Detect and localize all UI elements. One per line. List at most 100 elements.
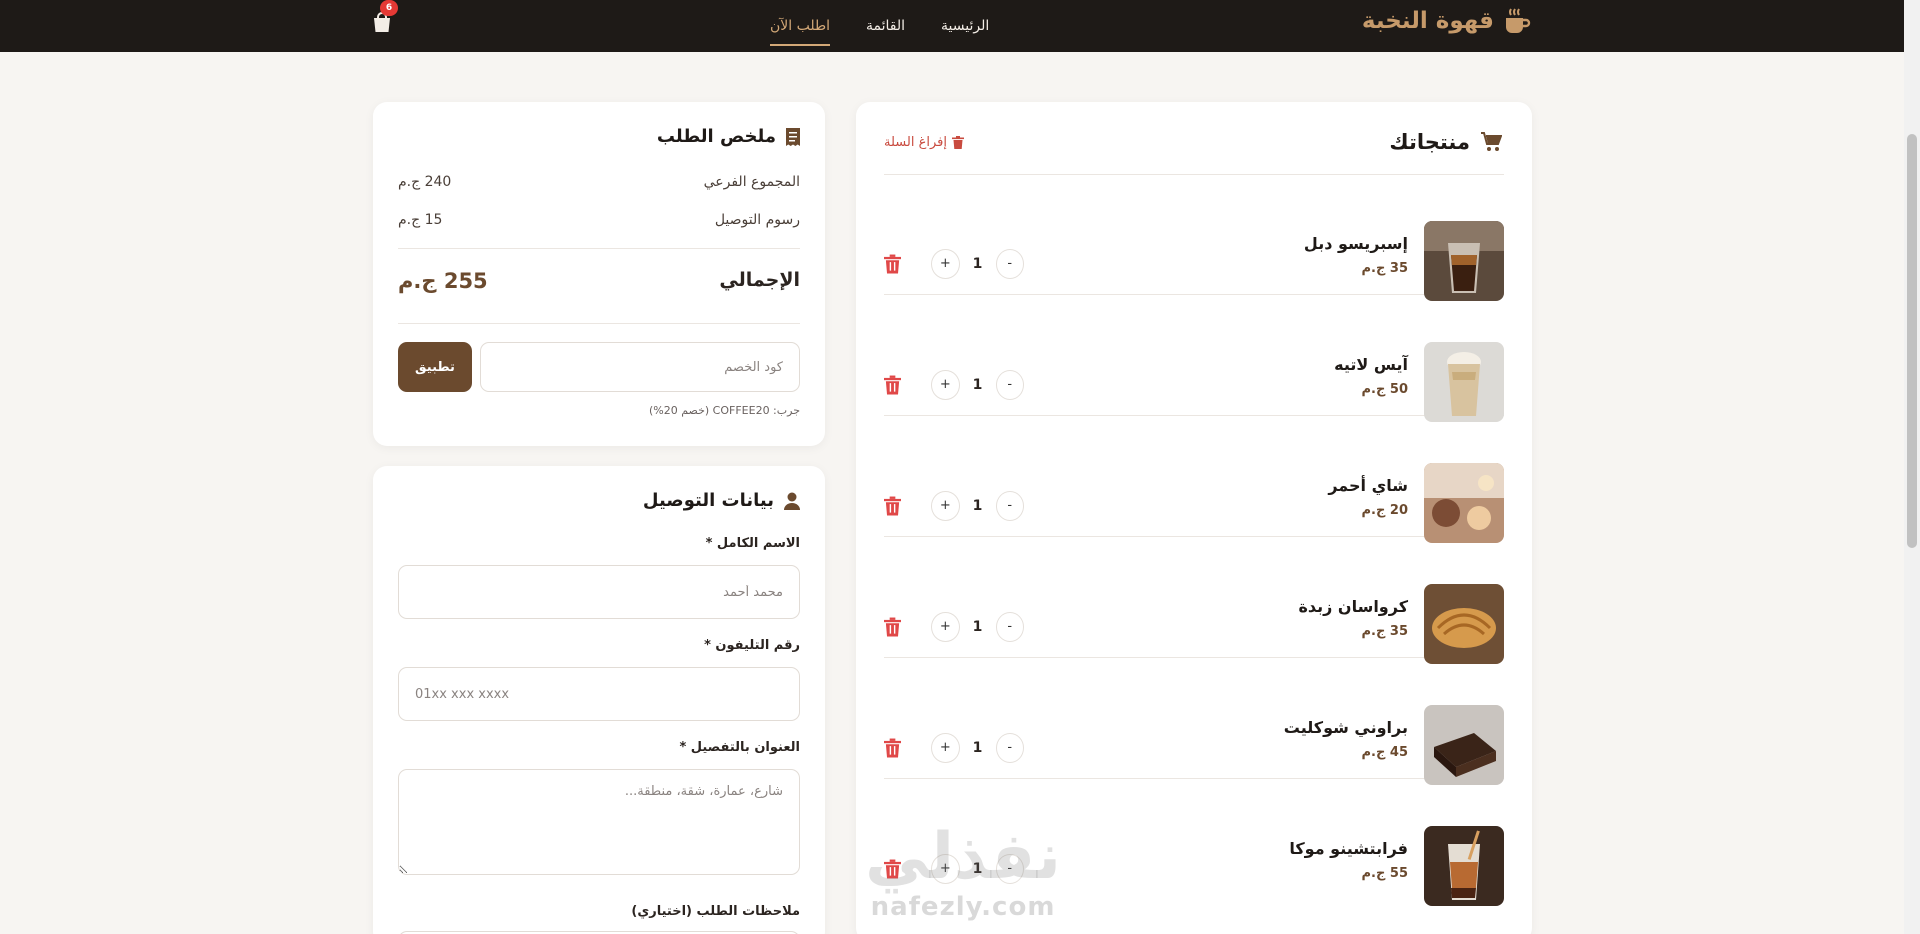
apply-coupon-button[interactable]: تطبيق xyxy=(398,342,472,392)
cart-count-badge: 6 xyxy=(380,0,398,16)
coupon-hint: جرب: COFFEE20 (خصم 20%) xyxy=(648,404,800,417)
quantity-stepper: + 1 - xyxy=(884,490,1024,522)
phone-field[interactable] xyxy=(398,667,800,721)
delivery-title: بيانات التوصيل xyxy=(642,490,774,511)
product-name: إسبريسو دبل xyxy=(1303,234,1408,253)
top-navbar: قهوة النخبة الرئيسية القائمة اطلب الآن 6 xyxy=(0,0,1904,52)
increase-quantity-button[interactable]: + xyxy=(931,733,960,763)
decrease-quantity-button[interactable]: - xyxy=(995,491,1024,521)
product-price: 45 ج.م xyxy=(1361,745,1408,760)
trash-icon[interactable] xyxy=(884,617,902,637)
delivery-fee-value: 15 ج.م xyxy=(398,212,443,228)
shopping-cart-icon xyxy=(1481,132,1502,151)
order-summary-card: ملخص الطلب المجموع الفرعي 240 ج.م رسوم ا… xyxy=(373,102,825,446)
trash-icon[interactable] xyxy=(884,375,902,395)
trash-icon[interactable] xyxy=(884,859,902,879)
product-image-espresso xyxy=(1424,221,1504,301)
product-row: كرواسان زبدة 35 ج.م + 1 - xyxy=(884,537,1504,664)
quantity-stepper: + 1 - xyxy=(884,611,1024,643)
increase-quantity-button[interactable]: + xyxy=(931,249,960,279)
product-image-brownie xyxy=(1424,705,1504,785)
increase-quantity-button[interactable]: + xyxy=(931,854,960,884)
notes-label: ملاحظات الطلب (اختياري) xyxy=(631,904,800,919)
product-price: 50 ج.م xyxy=(1361,382,1408,397)
product-name: براوني شوكليت xyxy=(1283,718,1408,737)
delivery-header: بيانات التوصيل xyxy=(643,490,800,511)
quantity-value: 1 xyxy=(972,377,983,393)
trash-icon xyxy=(951,136,964,149)
quantity-stepper: + 1 - xyxy=(884,369,1024,401)
product-row: فرابتشينو موكا 55 ج.م + 1 - xyxy=(884,779,1504,906)
subtotal-label: المجموع الفرعي xyxy=(703,174,800,190)
phone-label: رقم التليفون * xyxy=(704,638,800,653)
summary-header: ملخص الطلب xyxy=(657,126,800,147)
nav-links: الرئيسية القائمة اطلب الآن xyxy=(770,0,989,52)
increase-quantity-button[interactable]: + xyxy=(931,370,960,400)
quantity-value: 1 xyxy=(972,740,983,756)
product-price: 35 ج.م xyxy=(1361,624,1408,639)
receipt-icon xyxy=(786,127,800,146)
full-name-label: الاسم الكامل * xyxy=(705,536,800,551)
user-icon xyxy=(784,492,800,510)
clear-cart-label: إفراغ السلة xyxy=(884,135,947,150)
quantity-stepper: + 1 - xyxy=(884,248,1024,280)
delivery-fee-label: رسوم التوصيل xyxy=(714,212,800,228)
product-name: شاي أحمر xyxy=(1328,476,1408,495)
total-label: الإجمالي xyxy=(719,269,800,291)
trash-icon[interactable] xyxy=(884,496,902,516)
summary-title: ملخص الطلب xyxy=(656,126,776,147)
divider xyxy=(398,323,800,324)
quantity-value: 1 xyxy=(972,498,983,514)
products-header: منتجاتك xyxy=(1389,130,1502,154)
delivery-fee-row: رسوم التوصيل 15 ج.م xyxy=(398,212,800,228)
nav-link-home[interactable]: الرئيسية xyxy=(941,18,989,34)
product-name: آيس لاتيه xyxy=(1334,355,1408,374)
decrease-quantity-button[interactable]: - xyxy=(995,370,1024,400)
nav-link-menu[interactable]: القائمة xyxy=(866,18,905,34)
product-price: 20 ج.م xyxy=(1361,503,1408,518)
quantity-stepper: + 1 - xyxy=(884,853,1024,885)
cart-products-card: منتجاتك إفراغ السلة إسبريسو دبل 35 ج.م +… xyxy=(856,102,1532,934)
delivery-details-card: بيانات التوصيل الاسم الكامل * رقم التليف… xyxy=(373,466,825,934)
subtotal-row: المجموع الفرعي 240 ج.م xyxy=(398,174,800,190)
products-title: منتجاتك xyxy=(1389,130,1470,154)
clear-cart-button[interactable]: إفراغ السلة xyxy=(884,135,964,150)
product-price: 35 ج.م xyxy=(1361,261,1408,276)
nav-link-order-now[interactable]: اطلب الآن xyxy=(770,18,831,46)
divider xyxy=(398,248,800,249)
increase-quantity-button[interactable]: + xyxy=(931,612,960,642)
product-row: براوني شوكليت 45 ج.م + 1 - xyxy=(884,658,1504,785)
product-image-croissant xyxy=(1424,584,1504,664)
page-scrollbar[interactable] xyxy=(1904,0,1920,934)
scrollbar-thumb[interactable] xyxy=(1907,134,1917,548)
coffee-cup-icon xyxy=(1506,8,1531,33)
increase-quantity-button[interactable]: + xyxy=(931,491,960,521)
product-row: آيس لاتيه 50 ج.م + 1 - xyxy=(884,295,1504,422)
product-row: شاي أحمر 20 ج.م + 1 - xyxy=(884,416,1504,543)
product-name: فرابتشينو موكا xyxy=(1289,839,1408,858)
product-price: 55 ج.م xyxy=(1361,866,1408,881)
brand-name: قهوة النخبة xyxy=(1361,8,1494,34)
coupon-code-input[interactable] xyxy=(480,342,800,392)
address-label: العنوان بالتفصيل * xyxy=(679,740,800,755)
product-image-tea xyxy=(1424,463,1504,543)
quantity-value: 1 xyxy=(972,861,983,877)
decrease-quantity-button[interactable]: - xyxy=(995,612,1024,642)
full-name-field[interactable] xyxy=(398,565,800,619)
product-name: كرواسان زبدة xyxy=(1298,597,1408,616)
quantity-stepper: + 1 - xyxy=(884,732,1024,764)
trash-icon[interactable] xyxy=(884,254,902,274)
brand-logo[interactable]: قهوة النخبة xyxy=(1362,6,1532,36)
quantity-value: 1 xyxy=(972,619,983,635)
product-row: إسبريسو دبل 35 ج.م + 1 - xyxy=(884,174,1504,301)
subtotal-value: 240 ج.م xyxy=(398,174,452,190)
decrease-quantity-button[interactable]: - xyxy=(995,854,1024,884)
product-image-frappuccino xyxy=(1424,826,1504,906)
product-image-iced-latte xyxy=(1424,342,1504,422)
decrease-quantity-button[interactable]: - xyxy=(995,249,1024,279)
quantity-value: 1 xyxy=(972,256,983,272)
address-field[interactable] xyxy=(398,769,800,875)
trash-icon[interactable] xyxy=(884,738,902,758)
decrease-quantity-button[interactable]: - xyxy=(995,733,1024,763)
total-value: 255 ج.م xyxy=(398,269,488,293)
